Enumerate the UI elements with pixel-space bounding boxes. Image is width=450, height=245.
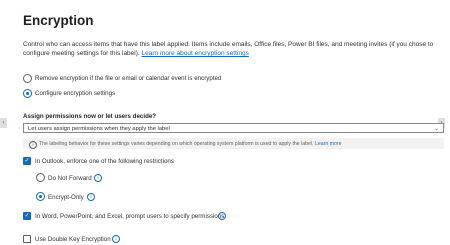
info-bar-text: The labeling behavior for these settings…	[39, 141, 342, 147]
encrypt-only-radio[interactable]	[36, 192, 45, 201]
info-bar-message: The labeling behavior for these settings…	[39, 141, 315, 147]
info-icon[interactable]: i	[218, 212, 226, 220]
double-key-encryption-label: Use Double Key Encryption	[35, 236, 111, 243]
learn-more-encryption-link[interactable]: Learn more about encryption settings	[142, 50, 249, 57]
remove-encryption-label: Remove encryption if the file or email o…	[35, 75, 222, 82]
info-icon[interactable]: i	[94, 174, 102, 182]
assign-permissions-dropdown[interactable]: Let users assign permissions when they a…	[23, 123, 444, 133]
outlook-restrictions-label: In Outlook, enforce one of the following…	[35, 158, 174, 165]
encrypt-only-label: Encrypt-Only	[48, 194, 84, 201]
assign-permissions-label: Assign permissions now or let users deci…	[23, 113, 157, 120]
double-key-encryption-checkbox[interactable]	[23, 235, 31, 243]
info-icon[interactable]: i	[87, 193, 95, 201]
do-not-forward-label: Do Not Forward	[48, 175, 92, 182]
do-not-forward-radio[interactable]	[36, 173, 45, 182]
configure-encryption-label: Configure encryption settings	[35, 90, 116, 97]
description: Control who can access items that have t…	[23, 40, 441, 58]
outlook-restrictions-checkbox[interactable]: ✓	[23, 157, 31, 165]
scroll-left-icon[interactable]: ‹	[0, 118, 7, 128]
page-title: Encryption	[23, 13, 94, 28]
info-bar: i The labeling behavior for these settin…	[23, 138, 444, 149]
configure-encryption-radio[interactable]	[23, 89, 32, 98]
office-prompt-label: In Word, PowerPoint, and Excel, prompt u…	[35, 213, 225, 220]
chevron-down-icon: ⌄	[433, 126, 439, 132]
info-icon[interactable]: i	[112, 235, 120, 243]
office-prompt-checkbox[interactable]: ✓	[23, 212, 31, 220]
assign-permissions-value: Let users assign permissions when they a…	[28, 125, 170, 132]
remove-encryption-radio[interactable]	[23, 74, 32, 83]
info-icon: i	[29, 140, 37, 149]
info-learn-more-link[interactable]: Learn more	[315, 141, 342, 147]
